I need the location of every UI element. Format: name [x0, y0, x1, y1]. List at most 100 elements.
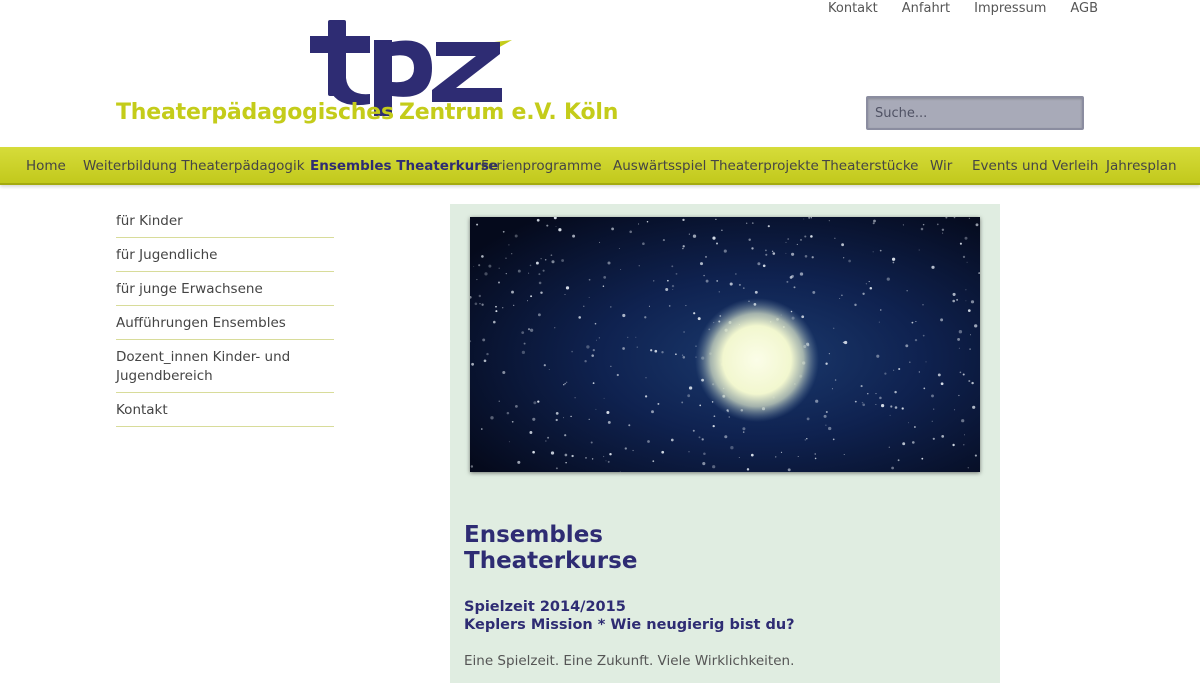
star [967, 309, 971, 312]
star [957, 337, 961, 341]
star [962, 255, 966, 259]
star [529, 264, 532, 267]
star [969, 334, 971, 336]
star [551, 260, 555, 264]
star [672, 289, 674, 290]
sidebar-item-junge-erwachsene[interactable]: für junge Erwachsene [116, 272, 334, 306]
search-input[interactable] [868, 98, 1082, 128]
sidebar-item-kinder[interactable]: für Kinder [116, 204, 334, 238]
star [867, 393, 869, 395]
star [879, 396, 882, 400]
star [602, 285, 605, 287]
star [972, 405, 976, 409]
star [959, 242, 962, 245]
star [502, 307, 504, 309]
star [712, 424, 715, 428]
sidebar-item-kontakt[interactable]: Kontakt [116, 393, 334, 427]
star [754, 290, 758, 294]
star [550, 254, 553, 257]
star [965, 289, 967, 291]
star [931, 394, 934, 398]
star [622, 347, 625, 350]
nav-auswaertsspiel[interactable]: Auswärtsspiel Theaterprojekte [613, 158, 819, 174]
sidebar: für Kinder für Jugendliche für junge Erw… [116, 204, 334, 427]
sidebar-item-auffuehrungen[interactable]: Aufführungen Ensembles [116, 306, 334, 340]
star [699, 404, 702, 407]
star [554, 327, 556, 329]
toplink-kontakt[interactable]: Kontakt [828, 2, 878, 16]
nav-ensembles[interactable]: Ensembles Theaterkurse [310, 158, 498, 174]
logo-tagline-left: Theaterpädagogisches [116, 100, 394, 125]
sidebar-item-jugendliche[interactable]: für Jugendliche [116, 238, 334, 272]
star [964, 236, 968, 240]
nav-jahresplan[interactable]: Jahresplan [1106, 158, 1177, 174]
star [650, 349, 653, 352]
star [772, 252, 776, 255]
star [584, 360, 587, 363]
toplink-agb[interactable]: AGB [1070, 2, 1098, 16]
star [670, 438, 674, 442]
star [937, 373, 941, 377]
star [514, 234, 518, 238]
star [599, 241, 601, 243]
main-nav: Home Weiterbildung Theaterpädagogik Ense… [0, 147, 1200, 185]
star [825, 424, 827, 426]
star [832, 438, 835, 441]
star [619, 471, 621, 472]
star [843, 340, 848, 345]
star [810, 235, 813, 238]
star [715, 242, 719, 245]
star [791, 274, 794, 278]
star [854, 400, 857, 403]
star [607, 420, 611, 424]
star [911, 321, 914, 324]
star [545, 440, 547, 442]
star [688, 451, 690, 453]
star [843, 454, 845, 456]
nav-events[interactable]: Events und Verleih [972, 158, 1098, 174]
nav-theaterstuecke[interactable]: Theaterstücke [822, 158, 918, 174]
star [564, 453, 568, 457]
star [682, 247, 684, 250]
toplink-anfahrt[interactable]: Anfahrt [902, 2, 950, 16]
star [940, 382, 944, 386]
star [800, 238, 802, 241]
star [544, 258, 547, 261]
star [901, 407, 904, 410]
star [479, 303, 481, 305]
nav-weiterbildung[interactable]: Weiterbildung Theaterpädagogik [83, 158, 305, 174]
star [918, 371, 920, 373]
star [530, 295, 533, 298]
star [596, 339, 597, 341]
star [952, 292, 956, 296]
sidebar-item-dozenten[interactable]: Dozent_innen Kinder- und Jugendbereich [116, 340, 334, 393]
star [894, 390, 897, 394]
star [511, 420, 514, 423]
star [872, 222, 875, 225]
star [902, 442, 906, 446]
star [620, 268, 622, 270]
site-logo[interactable]: Theaterpädagogisches Zentrum e.V. Köln [116, 18, 618, 130]
toplink-impressum[interactable]: Impressum [974, 2, 1046, 16]
star [548, 368, 550, 371]
star [974, 324, 978, 328]
star [527, 328, 531, 331]
star [682, 356, 686, 359]
star [482, 338, 486, 342]
star [705, 279, 709, 283]
star [693, 312, 696, 315]
star [952, 299, 956, 303]
star [675, 353, 677, 356]
star [483, 359, 487, 363]
star [661, 351, 664, 354]
star [598, 337, 600, 339]
star [529, 431, 533, 434]
nav-wir[interactable]: Wir [930, 158, 952, 174]
star [881, 404, 885, 408]
nav-ferienprogramme[interactable]: Ferienprogramme [481, 158, 602, 174]
search-box [866, 96, 1084, 130]
nav-home[interactable]: Home [26, 158, 66, 174]
star [513, 304, 515, 306]
star [832, 327, 835, 330]
star [875, 404, 877, 406]
